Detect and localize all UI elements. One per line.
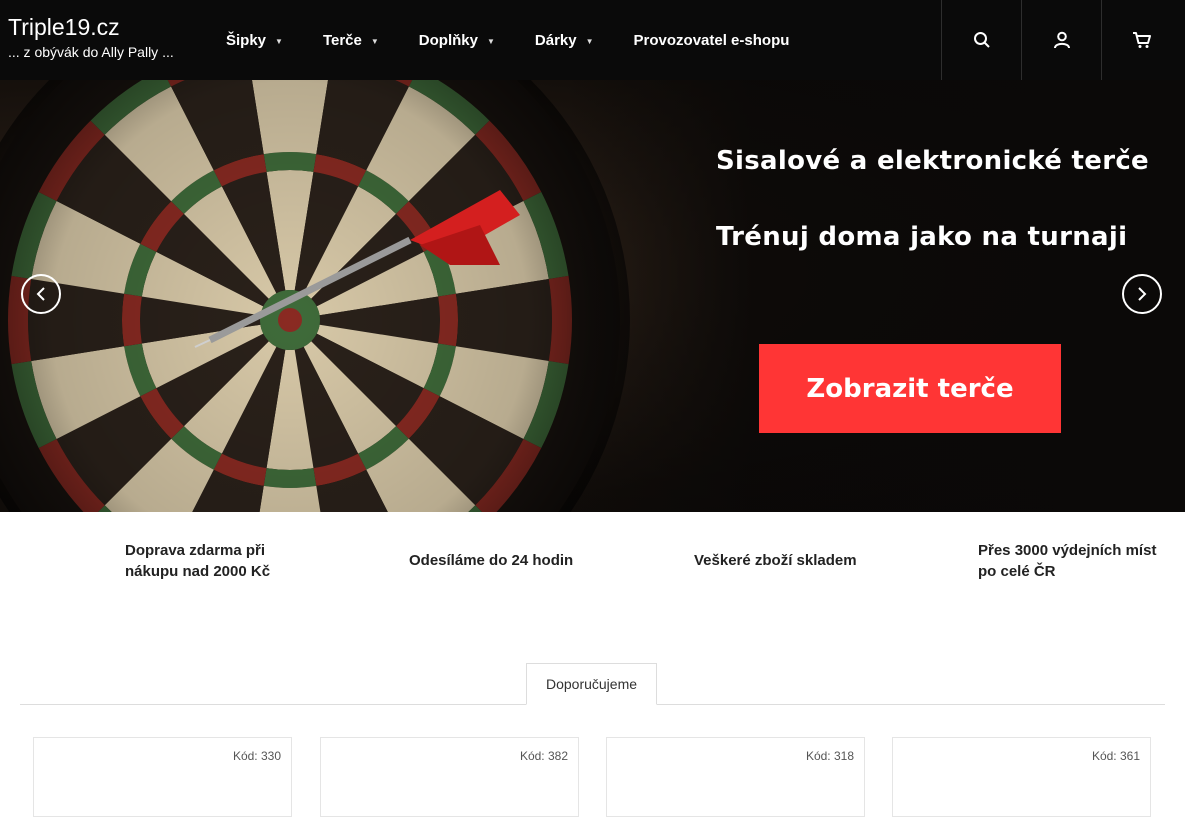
product-card[interactable]: Kód: 318 <box>606 737 865 817</box>
hero-overlay <box>565 80 1185 512</box>
slider-next-button[interactable] <box>1122 274 1162 314</box>
nav-item-doplnky[interactable]: Doplňky ▼ <box>419 32 495 49</box>
hero-slider: Sisalové a elektronické terče Trénuj dom… <box>0 80 1185 512</box>
slider-prev-button[interactable] <box>21 274 61 314</box>
main-nav: Šipky ▼ Terče ▼ Doplňky ▼ Dárky ▼ Provoz… <box>226 0 789 80</box>
cart-button[interactable] <box>1101 0 1182 80</box>
nav-item-label: Terče <box>322 31 362 49</box>
product-code: Kód: 318 <box>805 749 854 763</box>
nav-item-terce[interactable]: Terče ▼ <box>323 32 379 49</box>
benefit-free-shipping: Doprava zdarma při nákupu nad 2000 Kč <box>125 542 271 580</box>
nav-item-label: Provozovatel e-shopu <box>633 31 790 49</box>
benefit-fast-dispatch: Odesíláme do 24 hodin <box>409 552 574 569</box>
nav-item-label: Dárky <box>534 31 577 49</box>
benefit-in-stock: Veškeré zboží skladem <box>694 552 857 569</box>
chevron-down-icon: ▼ <box>486 37 495 46</box>
chevron-right-icon <box>1138 287 1147 301</box>
nav-item-label: Šipky <box>226 31 267 49</box>
benefit-pickup-points: Přes 3000 výdejních míst po celé ČR <box>978 542 1157 580</box>
brand[interactable]: Triple19.cz ... z obývák do Ally Pally .… <box>8 14 174 60</box>
cart-icon <box>1133 32 1151 48</box>
chevron-down-icon: ▼ <box>275 37 283 46</box>
search-button[interactable] <box>941 0 1022 80</box>
nav-item-label: Doplňky <box>418 31 478 49</box>
product-code: Kód: 382 <box>519 749 568 763</box>
brand-subtitle: ... z obývák do Ally Pally ... <box>8 44 174 60</box>
nav-item-provozovatel[interactable]: Provozovatel e-shopu <box>634 32 790 49</box>
chevron-down-icon: ▼ <box>370 37 379 46</box>
show-boards-button[interactable]: Zobrazit terče <box>759 344 1061 433</box>
user-icon <box>1054 31 1070 49</box>
product-card[interactable]: Kód: 330 <box>33 737 292 817</box>
tab-recommended[interactable]: Doporučujeme <box>526 663 657 705</box>
site-header: Triple19.cz ... z obývák do Ally Pally .… <box>0 0 1185 80</box>
product-card[interactable]: Kód: 361 <box>892 737 1151 817</box>
hero-subheadline: Trénuj doma jako na turnaji <box>716 222 1128 252</box>
hero-headline: Sisalové a elektronické terče <box>716 146 1149 176</box>
product-code: Kód: 361 <box>1091 749 1140 763</box>
chevron-left-icon <box>36 287 45 301</box>
chevron-down-icon: ▼ <box>585 37 594 46</box>
nav-item-sipky[interactable]: Šipky ▼ <box>226 32 283 49</box>
product-card[interactable]: Kód: 382 <box>320 737 579 817</box>
search-icon <box>974 32 990 48</box>
brand-title[interactable]: Triple19.cz <box>8 14 174 40</box>
nav-item-darky[interactable]: Dárky ▼ <box>535 32 594 49</box>
account-button[interactable] <box>1021 0 1102 80</box>
product-code: Kód: 330 <box>232 749 281 763</box>
